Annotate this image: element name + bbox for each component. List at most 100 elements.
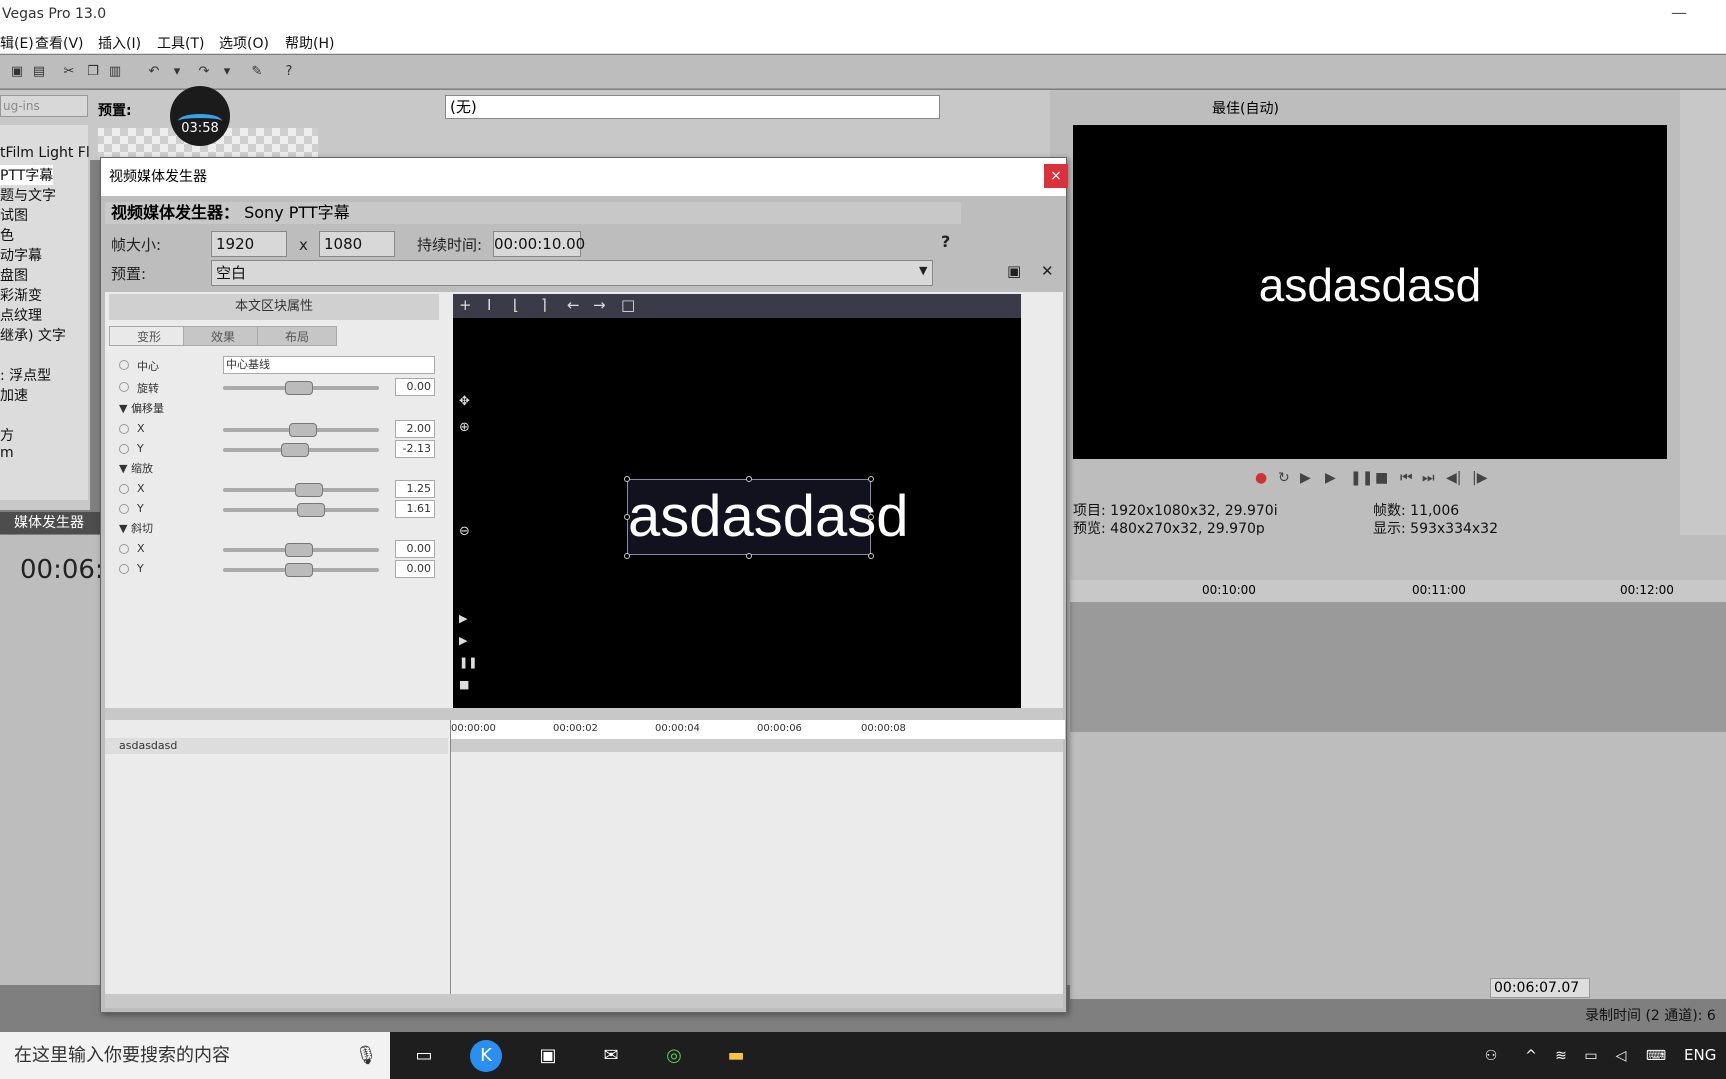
play-from-start-icon[interactable]: ▶	[1300, 470, 1311, 486]
play-icon[interactable]: ▶	[1325, 470, 1336, 486]
list-item[interactable]: 继承) 文字	[0, 325, 66, 345]
stop-icon[interactable]: ■	[1375, 470, 1388, 486]
corner-icon[interactable]: ⌉	[541, 296, 547, 314]
go-to-end-icon[interactable]: ⏭	[1422, 470, 1435, 486]
slider-thumb[interactable]	[295, 483, 323, 497]
resize-handle[interactable]	[624, 476, 630, 482]
language-indicator[interactable]: ENG	[1684, 1046, 1716, 1064]
list-item[interactable]: tFilm Light Flar	[0, 145, 104, 161]
play-from-start-icon[interactable]: ▶	[459, 612, 467, 625]
stop-icon[interactable]: ■	[459, 678, 469, 691]
zoom-in-icon[interactable]: ⊕	[459, 420, 470, 435]
delete-preset-icon[interactable]: ✕	[1041, 262, 1054, 280]
timeline-tracks[interactable]	[1070, 602, 1726, 732]
keyframe-toggle[interactable]	[119, 544, 129, 554]
list-item[interactable]: 盘图	[0, 265, 28, 285]
tab-transform[interactable]: 变形	[109, 326, 189, 346]
resize-handle[interactable]	[868, 514, 874, 520]
frame-height-input[interactable]: 1080	[319, 231, 395, 257]
app-k-icon[interactable]: K	[470, 1040, 502, 1072]
offset-group[interactable]: ▼ 偏移量	[119, 400, 164, 416]
scale-y-value[interactable]: 1.61	[395, 500, 435, 518]
canvas-text-block[interactable]: asdasdasd	[627, 479, 909, 555]
copy-icon[interactable]: ❐	[84, 63, 102, 81]
chevron-down-icon[interactable]: ▼	[919, 264, 927, 277]
frame-width-input[interactable]: 1920	[211, 231, 287, 257]
undo-icon[interactable]: ↶	[145, 63, 163, 81]
redo-dropdown-icon[interactable]: ▾	[218, 63, 236, 81]
text-track-header[interactable]: asdasdasd	[105, 738, 448, 754]
dialog-splitter[interactable]	[105, 708, 1063, 720]
people-icon[interactable]: ⚇	[1475, 1040, 1507, 1072]
resize-handle[interactable]	[746, 553, 752, 559]
keyframe-toggle[interactable]	[119, 564, 129, 574]
scale-group[interactable]: ▼ 缩放	[119, 460, 153, 476]
go-to-start-icon[interactable]: ⏮	[1400, 470, 1413, 486]
slider-thumb[interactable]	[285, 543, 313, 557]
redo-icon[interactable]: ↷	[195, 63, 213, 81]
record-icon[interactable]: ●	[1255, 470, 1267, 486]
resize-handle[interactable]	[868, 476, 874, 482]
align-icon[interactable]: ⌊	[513, 296, 519, 314]
list-item[interactable]: 色	[0, 225, 14, 245]
tab-effects[interactable]: 效果	[183, 326, 263, 346]
keyframe-toggle[interactable]	[119, 444, 129, 454]
keyboard-icon[interactable]: ⌨	[1640, 1040, 1672, 1072]
dialog-close-button[interactable]: ×	[1044, 164, 1068, 188]
edit-tool-icon[interactable]: ✎	[248, 63, 266, 81]
play-icon[interactable]: ▶	[459, 634, 467, 647]
add-icon[interactable]: +	[459, 296, 472, 314]
arrow-left-icon[interactable]: ←	[567, 296, 580, 314]
skew-y-value[interactable]: 0.00	[395, 560, 435, 578]
menu-help[interactable]: 帮助(H)	[285, 33, 334, 53]
browser-icon[interactable]: ◎	[658, 1040, 690, 1072]
dialog-scrollbar[interactable]	[105, 994, 1063, 1008]
cut-icon[interactable]: ✂	[60, 63, 78, 81]
resize-handle[interactable]	[746, 476, 752, 482]
list-item[interactable]: 试图	[0, 205, 28, 225]
chevron-up-icon[interactable]: ^	[1515, 1040, 1547, 1072]
list-item[interactable]: m	[0, 445, 14, 461]
offset-x-value[interactable]: 2.00	[395, 420, 435, 438]
keyframe-toggle[interactable]	[119, 424, 129, 434]
arrow-right-icon[interactable]: →	[593, 296, 606, 314]
pause-icon[interactable]: ❚❚	[459, 656, 477, 669]
menu-tools[interactable]: 工具(T)	[157, 33, 204, 53]
slider-thumb[interactable]	[285, 381, 313, 395]
zoom-out-icon[interactable]: ⊖	[459, 524, 470, 539]
keyframe-toggle[interactable]	[119, 360, 129, 370]
keyframe-toggle[interactable]	[119, 484, 129, 494]
preset-select[interactable]: 空白	[211, 260, 933, 286]
minimize-button[interactable]: —	[1664, 0, 1694, 30]
undo-dropdown-icon[interactable]: ▾	[168, 63, 186, 81]
skew-group[interactable]: ▼ 斜切	[119, 520, 153, 536]
move-icon[interactable]: ✥	[459, 394, 470, 409]
list-item[interactable]: 方	[0, 425, 14, 445]
text-cursor-icon[interactable]: I	[487, 296, 491, 314]
dialog-timeline-ruler[interactable]: 00:00:00 00:00:02 00:00:04 00:00:06 00:0…	[451, 720, 1065, 740]
text-track-lane[interactable]	[451, 740, 1063, 752]
folder-icon[interactable]: ▬	[720, 1040, 752, 1072]
slider-thumb[interactable]	[285, 563, 313, 577]
slider-thumb[interactable]	[289, 423, 317, 437]
keyframe-toggle[interactable]	[119, 382, 129, 392]
next-frame-icon[interactable]: |▶	[1472, 470, 1487, 486]
preview-quality-select[interactable]: 最佳(自动)	[1212, 98, 1279, 118]
menu-edit[interactable]: 辑(E)	[0, 33, 34, 53]
resize-handle[interactable]	[624, 514, 630, 520]
list-item[interactable]: 题与文字	[0, 185, 56, 205]
properties-icon[interactable]: ▣	[8, 63, 26, 81]
list-item[interactable]: PTT字幕	[0, 165, 54, 185]
pause-icon[interactable]: ❚❚	[1350, 470, 1373, 486]
center-select[interactable]: 中心基线	[223, 356, 435, 374]
help-icon[interactable]: ?	[941, 232, 950, 251]
list-item[interactable]: : 浮点型	[0, 365, 51, 385]
scale-x-value[interactable]: 1.25	[395, 480, 435, 498]
menu-insert[interactable]: 插入(I)	[98, 33, 141, 53]
battery-icon[interactable]: ▭	[1575, 1040, 1607, 1072]
paste-icon[interactable]: ▥	[106, 63, 124, 81]
prev-frame-icon[interactable]: ◀|	[1446, 470, 1461, 486]
save-preset-icon[interactable]: ▣	[1007, 262, 1021, 280]
rotate-value[interactable]: 0.00	[395, 378, 435, 396]
wifi-icon[interactable]: ≋	[1545, 1040, 1577, 1072]
